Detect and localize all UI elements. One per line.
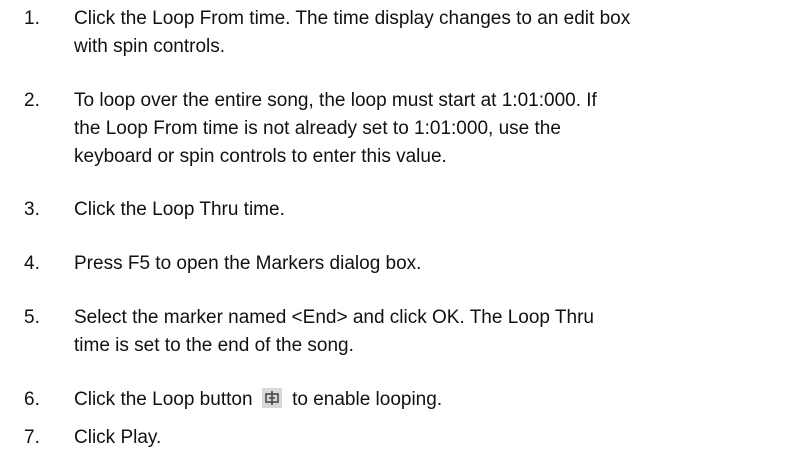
- step-number: 4.: [24, 253, 40, 274]
- step-number: 6.: [24, 389, 40, 410]
- step-text: To loop over the entire song, the loop m…: [74, 87, 800, 171]
- step-number: 3.: [24, 199, 40, 220]
- step-list: 1. Click the Loop From time. The time di…: [0, 0, 804, 461]
- step-line: Click the Loop From time. The time displ…: [74, 8, 631, 29]
- step-number: 7.: [24, 427, 40, 448]
- step-line: time is set to the end of the song.: [74, 335, 354, 356]
- step-line: keyboard or spin controls to enter this …: [74, 146, 447, 167]
- step-line: Select the marker named <End> and click …: [74, 307, 594, 328]
- step-line: Click Play.: [74, 427, 162, 448]
- step-line: Click the Loop Thru time.: [74, 199, 285, 220]
- loop-icon-glyph: [264, 391, 279, 405]
- step-text-after-icon: to enable looping.: [292, 389, 443, 410]
- step-number: 2.: [24, 90, 40, 111]
- step-line: To loop over the entire song, the loop m…: [74, 90, 597, 111]
- step-text: Click the Loop From time. The time displ…: [74, 5, 800, 61]
- step-text-before-icon: Click the Loop button: [74, 389, 253, 410]
- step-text: Click the Loop Thru time.: [74, 196, 800, 224]
- step-line: Click the Loop button to enable looping.: [74, 386, 800, 414]
- step-text: Click Play.: [74, 424, 800, 452]
- step-text: Click the Loop button to enable looping.: [74, 386, 800, 414]
- step-text: Press F5 to open the Markers dialog box.: [74, 250, 800, 278]
- step-line: the Loop From time is not already set to…: [74, 118, 561, 139]
- step-text: Select the marker named <End> and click …: [74, 304, 800, 360]
- step-line: Press F5 to open the Markers dialog box.: [74, 253, 422, 274]
- step-number: 5.: [24, 307, 40, 328]
- loop-icon: [261, 388, 282, 408]
- step-number: 1.: [24, 8, 40, 29]
- step-line: with spin controls.: [74, 36, 226, 57]
